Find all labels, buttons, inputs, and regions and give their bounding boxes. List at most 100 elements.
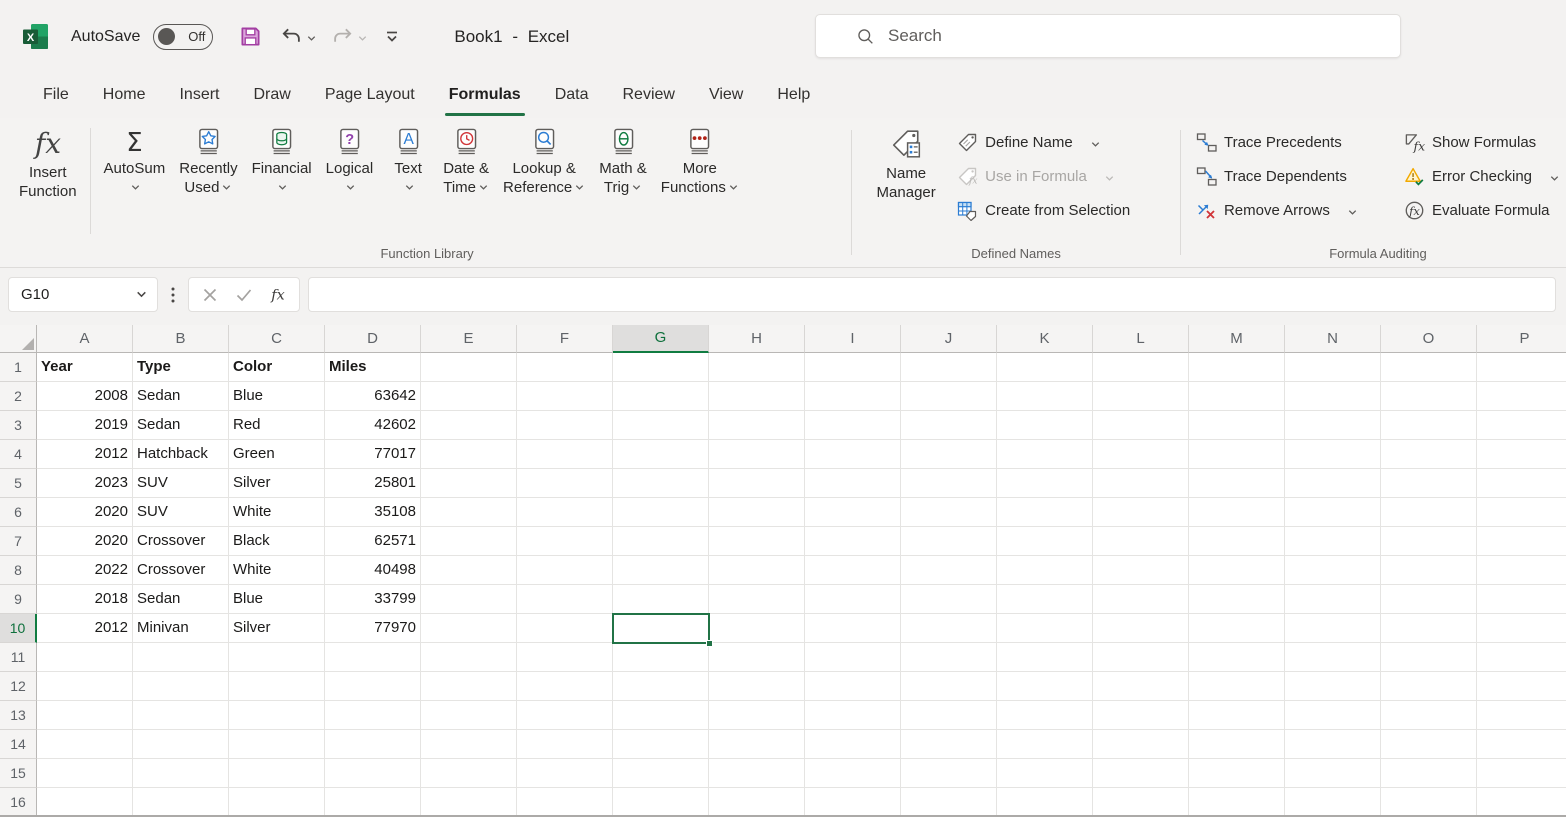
cell-L6[interactable] xyxy=(1093,498,1189,527)
cell-G11[interactable] xyxy=(613,643,709,672)
cell-N13[interactable] xyxy=(1285,701,1381,730)
cell-D5[interactable]: 25801 xyxy=(325,469,421,498)
cell-G3[interactable] xyxy=(613,411,709,440)
cell-O16[interactable] xyxy=(1381,788,1477,817)
row-header-2[interactable]: 2 xyxy=(0,382,37,411)
select-all-corner[interactable] xyxy=(0,325,37,353)
cell-P16[interactable] xyxy=(1477,788,1566,817)
cell-J1[interactable] xyxy=(901,353,997,382)
cell-G2[interactable] xyxy=(613,382,709,411)
ribbon-button-name-manager[interactable]: Name Manager xyxy=(861,122,951,202)
cancel-icon[interactable] xyxy=(201,286,219,304)
ribbon-button-create-from-selection[interactable]: Create from Selection xyxy=(951,196,1136,225)
search-input[interactable]: Search xyxy=(815,14,1401,58)
cell-N8[interactable] xyxy=(1285,556,1381,585)
cell-N12[interactable] xyxy=(1285,672,1381,701)
formula-input[interactable] xyxy=(308,277,1556,312)
cell-P1[interactable] xyxy=(1477,353,1566,382)
cell-O4[interactable] xyxy=(1381,440,1477,469)
cell-F13[interactable] xyxy=(517,701,613,730)
cell-O10[interactable] xyxy=(1381,614,1477,643)
cell-P3[interactable] xyxy=(1477,411,1566,440)
cell-I13[interactable] xyxy=(805,701,901,730)
cell-D1[interactable]: Miles xyxy=(325,353,421,382)
cell-D6[interactable]: 35108 xyxy=(325,498,421,527)
cell-A11[interactable] xyxy=(37,643,133,672)
cell-H7[interactable] xyxy=(709,527,805,556)
cell-M6[interactable] xyxy=(1189,498,1285,527)
column-header-H[interactable]: H xyxy=(709,325,805,353)
cell-I7[interactable] xyxy=(805,527,901,556)
cell-I5[interactable] xyxy=(805,469,901,498)
cell-B9[interactable]: Sedan xyxy=(133,585,229,614)
cell-O8[interactable] xyxy=(1381,556,1477,585)
cell-B8[interactable]: Crossover xyxy=(133,556,229,585)
cell-E8[interactable] xyxy=(421,556,517,585)
cell-A5[interactable]: 2023 xyxy=(37,469,133,498)
cell-E13[interactable] xyxy=(421,701,517,730)
cell-K16[interactable] xyxy=(997,788,1093,817)
row-header-6[interactable]: 6 xyxy=(0,498,37,527)
cell-P14[interactable] xyxy=(1477,730,1566,759)
cell-J3[interactable] xyxy=(901,411,997,440)
cell-P4[interactable] xyxy=(1477,440,1566,469)
cell-A10[interactable]: 2012 xyxy=(37,614,133,643)
cell-L7[interactable] xyxy=(1093,527,1189,556)
cell-I15[interactable] xyxy=(805,759,901,788)
row-header-12[interactable]: 12 xyxy=(0,672,37,701)
cell-J8[interactable] xyxy=(901,556,997,585)
cell-L1[interactable] xyxy=(1093,353,1189,382)
cell-M9[interactable] xyxy=(1189,585,1285,614)
cell-K11[interactable] xyxy=(997,643,1093,672)
cell-H14[interactable] xyxy=(709,730,805,759)
cell-G15[interactable] xyxy=(613,759,709,788)
cell-F10[interactable] xyxy=(517,614,613,643)
cell-J9[interactable] xyxy=(901,585,997,614)
row-header-10[interactable]: 10 xyxy=(0,614,37,643)
undo-button[interactable] xyxy=(280,25,317,48)
cell-P8[interactable] xyxy=(1477,556,1566,585)
cell-F2[interactable] xyxy=(517,382,613,411)
column-header-N[interactable]: N xyxy=(1285,325,1381,353)
cell-M5[interactable] xyxy=(1189,469,1285,498)
ribbon-button-financial[interactable]: Financial xyxy=(245,122,319,197)
cell-I14[interactable] xyxy=(805,730,901,759)
cell-M13[interactable] xyxy=(1189,701,1285,730)
cell-N1[interactable] xyxy=(1285,353,1381,382)
cell-C6[interactable]: White xyxy=(229,498,325,527)
row-header-5[interactable]: 5 xyxy=(0,469,37,498)
cell-C11[interactable] xyxy=(229,643,325,672)
cell-N9[interactable] xyxy=(1285,585,1381,614)
cell-G6[interactable] xyxy=(613,498,709,527)
cell-H12[interactable] xyxy=(709,672,805,701)
cell-P5[interactable] xyxy=(1477,469,1566,498)
cell-O9[interactable] xyxy=(1381,585,1477,614)
cell-M7[interactable] xyxy=(1189,527,1285,556)
ribbon-button-evaluate-formula[interactable]: fxEvaluate Formula xyxy=(1398,196,1566,225)
cell-F3[interactable] xyxy=(517,411,613,440)
ribbon-button-math-trig[interactable]: Math &Trig xyxy=(592,122,654,197)
cell-I16[interactable] xyxy=(805,788,901,817)
cell-J11[interactable] xyxy=(901,643,997,672)
cell-F6[interactable] xyxy=(517,498,613,527)
tab-home[interactable]: Home xyxy=(86,73,163,118)
cell-J4[interactable] xyxy=(901,440,997,469)
cell-K12[interactable] xyxy=(997,672,1093,701)
cell-M10[interactable] xyxy=(1189,614,1285,643)
cell-N16[interactable] xyxy=(1285,788,1381,817)
cell-B12[interactable] xyxy=(133,672,229,701)
cell-E6[interactable] xyxy=(421,498,517,527)
cell-E14[interactable] xyxy=(421,730,517,759)
cell-N5[interactable] xyxy=(1285,469,1381,498)
cell-B16[interactable] xyxy=(133,788,229,817)
cell-O13[interactable] xyxy=(1381,701,1477,730)
tab-formulas[interactable]: Formulas xyxy=(432,73,538,118)
tab-page-layout[interactable]: Page Layout xyxy=(308,73,432,118)
cell-E7[interactable] xyxy=(421,527,517,556)
cell-J16[interactable] xyxy=(901,788,997,817)
cell-E10[interactable] xyxy=(421,614,517,643)
cell-D2[interactable]: 63642 xyxy=(325,382,421,411)
cell-B1[interactable]: Type xyxy=(133,353,229,382)
ribbon-button-error-checking[interactable]: Error Checking xyxy=(1398,162,1566,191)
cell-E9[interactable] xyxy=(421,585,517,614)
